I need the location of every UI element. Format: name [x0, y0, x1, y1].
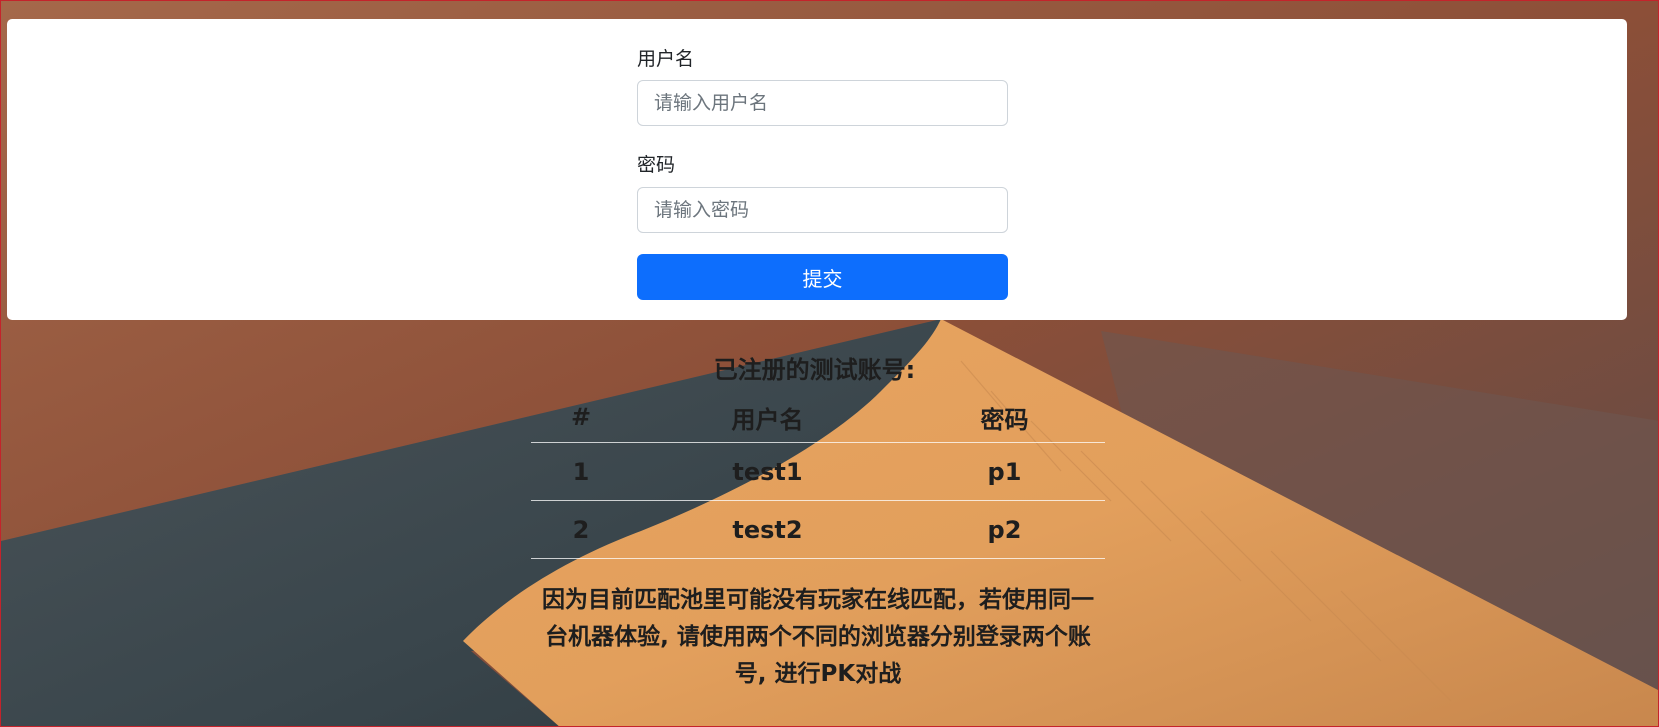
row-username: test1	[631, 442, 904, 501]
header-index: #	[531, 392, 631, 443]
header-username: 用户名	[631, 392, 904, 443]
password-label: 密码	[637, 154, 676, 176]
row-index: 1	[531, 442, 631, 501]
row-index: 2	[531, 500, 631, 559]
row-username: test2	[631, 500, 904, 559]
table-header-row: # 用户名 密码	[531, 392, 1105, 443]
login-card: 用户名 密码 提交	[7, 19, 1627, 320]
test-accounts-title: 已注册的测试账号:	[713, 356, 916, 384]
submit-button[interactable]: 提交	[637, 254, 1008, 300]
username-label: 用户名	[637, 48, 695, 70]
row-password: p2	[904, 500, 1105, 559]
table-row: 1 test1 p1	[531, 442, 1105, 501]
row-password: p1	[904, 442, 1105, 501]
pk-notice-text: 因为目前匹配池里可能没有玩家在线匹配，若使用同一台机器体验, 请使用两个不同的浏…	[542, 587, 1094, 687]
page: 用户名 密码 提交 已注册的测试账号: # 用户名 密码 1 test1 p1	[0, 0, 1659, 727]
table-row: 2 test2 p2	[531, 500, 1105, 559]
test-accounts-table: # 用户名 密码 1 test1 p1 2 test2 p2	[531, 392, 1105, 559]
header-password: 密码	[904, 392, 1105, 443]
username-input[interactable]	[637, 80, 1008, 126]
password-input[interactable]	[637, 187, 1008, 233]
